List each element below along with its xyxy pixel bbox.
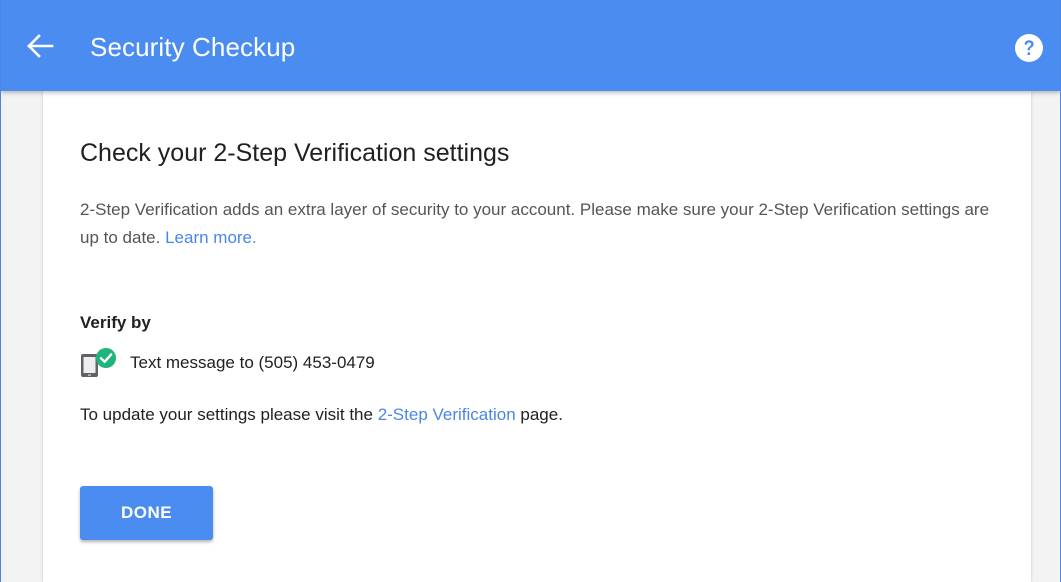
card-heading: Check your 2-Step Verification settings bbox=[80, 139, 510, 167]
arrow-left-icon bbox=[27, 34, 54, 58]
verify-method-row: Text message to (505) 453-0479 bbox=[80, 347, 375, 379]
back-button[interactable] bbox=[23, 28, 59, 64]
card-description: 2-Step Verification adds an extra layer … bbox=[80, 196, 1000, 252]
app-bar: Security Checkup bbox=[1, 0, 1060, 91]
help-circle-icon bbox=[1015, 34, 1043, 62]
update-prefix: To update your settings please visit the bbox=[80, 405, 378, 424]
done-button[interactable]: DONE bbox=[80, 486, 213, 540]
phone-verified-icon bbox=[80, 347, 120, 379]
two-step-verification-link[interactable]: 2-Step Verification bbox=[378, 405, 516, 424]
page-margin-left bbox=[1, 91, 43, 582]
update-suffix: page. bbox=[515, 405, 563, 424]
help-button[interactable] bbox=[1014, 33, 1044, 63]
verify-method-text: Text message to (505) 453-0479 bbox=[130, 353, 375, 372]
page-margin-right bbox=[1031, 91, 1060, 582]
page-title: Security Checkup bbox=[90, 32, 296, 62]
learn-more-link[interactable]: Learn more. bbox=[165, 228, 257, 247]
verification-card: Check your 2-Step Verification settings … bbox=[43, 91, 1031, 582]
app-window: Security Checkup Check your 2-Step Verif… bbox=[0, 0, 1061, 582]
verify-by-label: Verify by bbox=[80, 313, 151, 332]
update-settings-text: To update your settings please visit the… bbox=[80, 404, 563, 426]
